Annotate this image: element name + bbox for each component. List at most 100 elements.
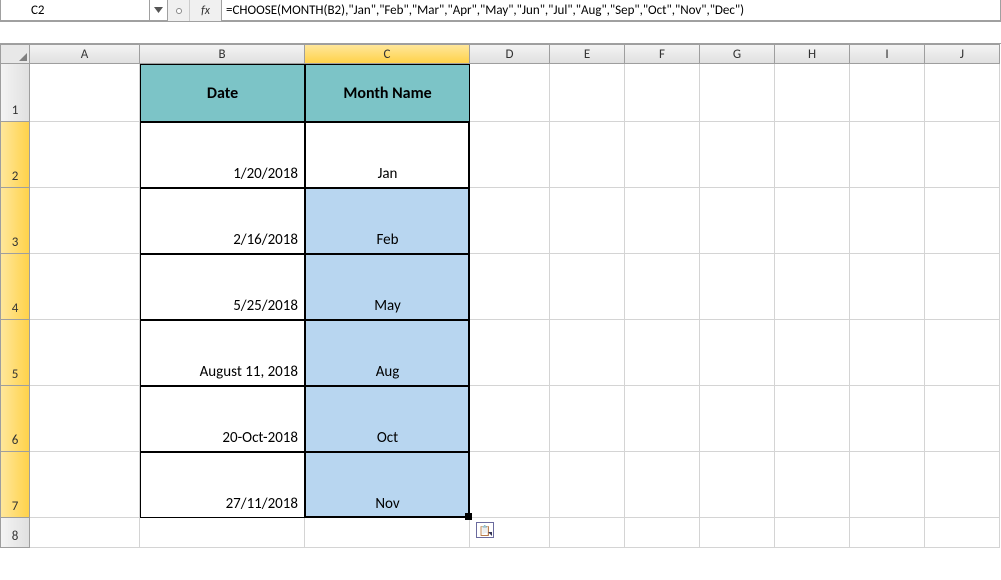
- cell-D3[interactable]: [470, 188, 550, 254]
- cell-F7[interactable]: [625, 452, 700, 518]
- cell-A5[interactable]: [30, 320, 140, 386]
- cell-D4[interactable]: [470, 254, 550, 320]
- cell-J6[interactable]: [925, 386, 1000, 452]
- select-all-corner[interactable]: [0, 44, 30, 64]
- column-header-I[interactable]: I: [850, 44, 925, 64]
- cell-J5[interactable]: [925, 320, 1000, 386]
- insert-function-button[interactable]: fx: [190, 0, 222, 21]
- column-header-C[interactable]: C: [305, 44, 470, 64]
- row-header-5[interactable]: 5: [0, 320, 30, 386]
- header-cell-C1[interactable]: Month Name: [305, 64, 470, 122]
- row-header-3[interactable]: 3: [0, 188, 30, 254]
- row-header-4[interactable]: 4: [0, 254, 30, 320]
- column-header-E[interactable]: E: [550, 44, 625, 64]
- cell-G6[interactable]: [700, 386, 775, 452]
- cell-H6[interactable]: [775, 386, 850, 452]
- cell-I8[interactable]: [850, 518, 925, 548]
- column-header-F[interactable]: F: [625, 44, 700, 64]
- cell-B6[interactable]: 20-Oct-2018: [140, 386, 305, 452]
- cell-J3[interactable]: [925, 188, 1000, 254]
- cell-C3[interactable]: Feb: [305, 188, 470, 254]
- cell-C4[interactable]: May: [305, 254, 470, 320]
- cell-C2[interactable]: Jan: [305, 122, 470, 188]
- cell-G2[interactable]: [700, 122, 775, 188]
- cell-A4[interactable]: [30, 254, 140, 320]
- cell-B8[interactable]: [140, 518, 305, 548]
- row-header-1[interactable]: 1: [0, 64, 30, 122]
- cell-B7[interactable]: 27/11/2018: [140, 452, 305, 518]
- cell-H7[interactable]: [775, 452, 850, 518]
- cell-B4[interactable]: 5/25/2018: [140, 254, 305, 320]
- cell-B2[interactable]: 1/20/2018: [140, 122, 305, 188]
- cell-J8[interactable]: [925, 518, 1000, 548]
- cell-I2[interactable]: [850, 122, 925, 188]
- row-header-7[interactable]: 7: [0, 452, 30, 518]
- cell-I6[interactable]: [850, 386, 925, 452]
- cell-J1[interactable]: [925, 64, 1000, 122]
- cell-I4[interactable]: [850, 254, 925, 320]
- cell-I7[interactable]: [850, 452, 925, 518]
- cell-G1[interactable]: [700, 64, 775, 122]
- column-header-H[interactable]: H: [775, 44, 850, 64]
- formula-input[interactable]: =CHOOSE(MONTH(B2),"Jan","Feb","Mar","Apr…: [222, 0, 1001, 21]
- cell-H2[interactable]: [775, 122, 850, 188]
- cell-E4[interactable]: [550, 254, 625, 320]
- cell-D5[interactable]: [470, 320, 550, 386]
- cell-A1[interactable]: [30, 64, 140, 122]
- cell-E5[interactable]: [550, 320, 625, 386]
- cell-G5[interactable]: [700, 320, 775, 386]
- cell-F8[interactable]: [625, 518, 700, 548]
- cell-I1[interactable]: [850, 64, 925, 122]
- cell-A8[interactable]: [30, 518, 140, 548]
- cell-J2[interactable]: [925, 122, 1000, 188]
- cell-D6[interactable]: [470, 386, 550, 452]
- cell-C7[interactable]: Nov: [305, 452, 470, 518]
- cell-E3[interactable]: [550, 188, 625, 254]
- cell-A3[interactable]: [30, 188, 140, 254]
- column-header-J[interactable]: J: [925, 44, 1000, 64]
- cell-F6[interactable]: [625, 386, 700, 452]
- header-cell-B1[interactable]: Date: [140, 64, 305, 122]
- cell-F3[interactable]: [625, 188, 700, 254]
- cell-G7[interactable]: [700, 452, 775, 518]
- cell-E6[interactable]: [550, 386, 625, 452]
- cell-H1[interactable]: [775, 64, 850, 122]
- column-header-G[interactable]: G: [700, 44, 775, 64]
- cell-I5[interactable]: [850, 320, 925, 386]
- cell-E8[interactable]: [550, 518, 625, 548]
- column-header-B[interactable]: B: [140, 44, 305, 64]
- cell-J7[interactable]: [925, 452, 1000, 518]
- cell-G4[interactable]: [700, 254, 775, 320]
- cell-C6[interactable]: Oct: [305, 386, 470, 452]
- cell-G8[interactable]: [700, 518, 775, 548]
- cell-F1[interactable]: [625, 64, 700, 122]
- cell-B5[interactable]: August 11, 2018: [140, 320, 305, 386]
- row-header-8[interactable]: 8: [0, 518, 30, 548]
- row-header-2[interactable]: 2: [0, 122, 30, 188]
- cell-B3[interactable]: 2/16/2018: [140, 188, 305, 254]
- cell-F2[interactable]: [625, 122, 700, 188]
- row-header-6[interactable]: 6: [0, 386, 30, 452]
- cell-J4[interactable]: [925, 254, 1000, 320]
- cell-F5[interactable]: [625, 320, 700, 386]
- cell-H3[interactable]: [775, 188, 850, 254]
- name-box[interactable]: C2: [0, 0, 150, 21]
- cell-E1[interactable]: [550, 64, 625, 122]
- cell-E2[interactable]: [550, 122, 625, 188]
- cell-C8[interactable]: [305, 518, 470, 548]
- column-header-D[interactable]: D: [470, 44, 550, 64]
- cell-G3[interactable]: [700, 188, 775, 254]
- cell-C5[interactable]: Aug: [305, 320, 470, 386]
- cell-D7[interactable]: [470, 452, 550, 518]
- cell-A6[interactable]: [30, 386, 140, 452]
- autofill-options-button[interactable]: 📋: [476, 522, 494, 538]
- cell-H5[interactable]: [775, 320, 850, 386]
- column-header-A[interactable]: A: [30, 44, 140, 64]
- name-box-dropdown[interactable]: [150, 0, 168, 21]
- cell-F4[interactable]: [625, 254, 700, 320]
- cell-H4[interactable]: [775, 254, 850, 320]
- formula-bar-expand[interactable]: [0, 22, 1001, 44]
- cell-D2[interactable]: [470, 122, 550, 188]
- cell-I3[interactable]: [850, 188, 925, 254]
- cell-A7[interactable]: [30, 452, 140, 518]
